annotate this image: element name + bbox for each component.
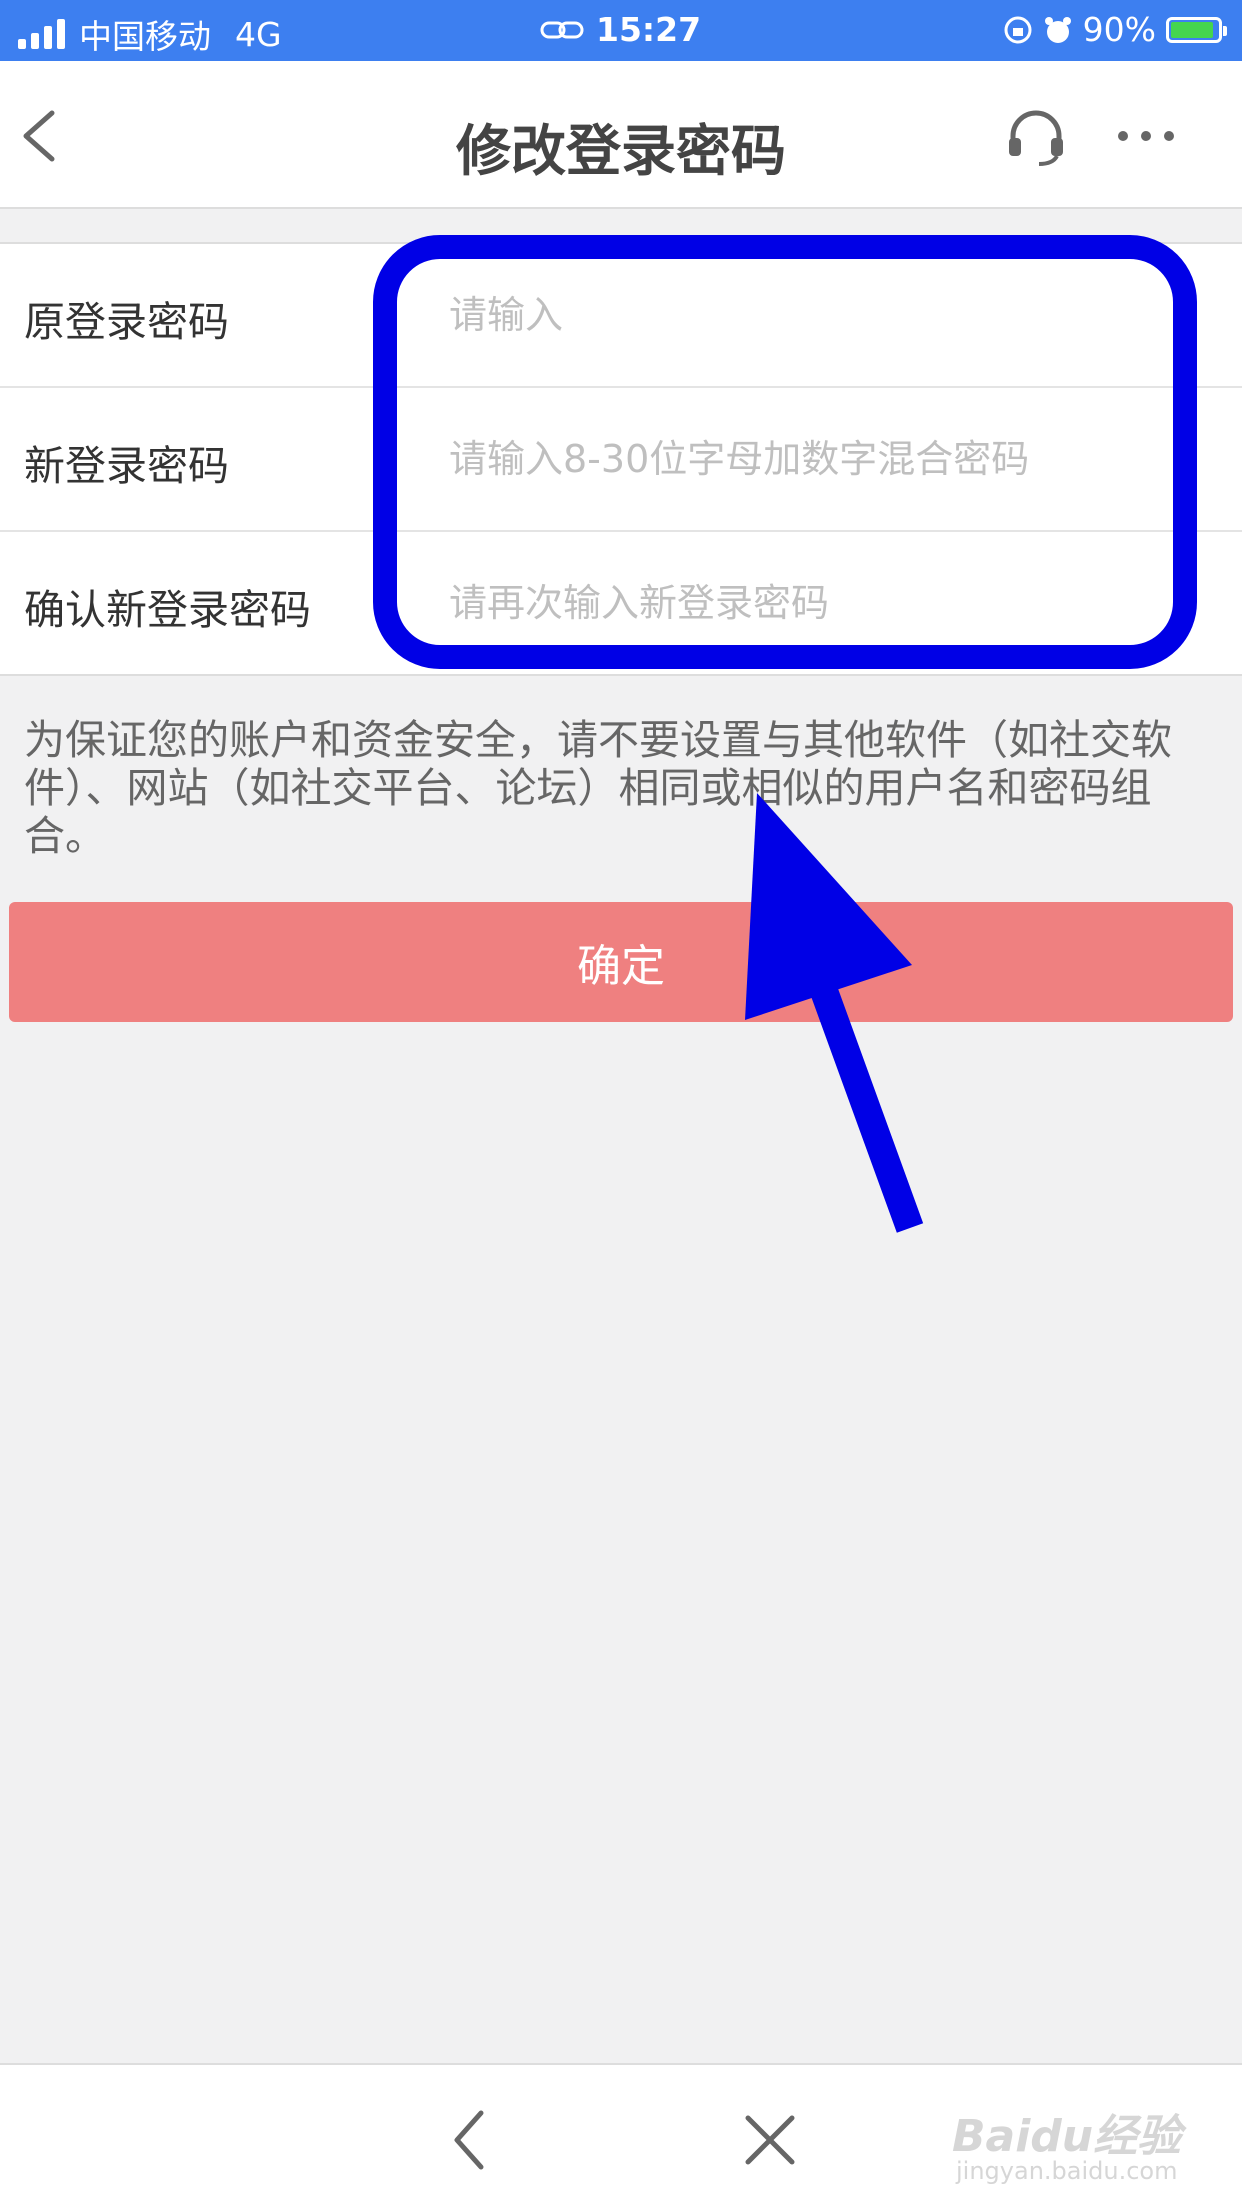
confirm-password-row: 确认新登录密码	[0, 532, 1242, 674]
carrier-name: 中国移动	[79, 17, 211, 56]
confirm-password-label: 确认新登录密码	[24, 586, 311, 634]
network-type: 4G	[235, 14, 282, 54]
new-password-row: 新登录密码	[0, 388, 1242, 532]
status-right: 90%	[1003, 10, 1227, 49]
old-password-row: 原登录密码	[0, 244, 1242, 388]
headset-icon[interactable]	[1005, 106, 1067, 168]
old-password-label: 原登录密码	[24, 298, 229, 346]
rotation-lock-icon	[1004, 16, 1032, 43]
status-center: 15:27	[540, 10, 701, 49]
new-password-input[interactable]	[447, 418, 1191, 500]
signal-icon	[18, 19, 65, 49]
nav-bar: 修改登录密码	[0, 61, 1242, 209]
link-icon	[540, 21, 584, 38]
chevron-left-icon[interactable]	[445, 2105, 495, 2175]
new-password-label: 新登录密码	[24, 442, 229, 490]
old-password-input[interactable]	[447, 274, 1191, 356]
confirm-password-input[interactable]	[447, 562, 1191, 644]
alarm-icon	[1044, 16, 1071, 43]
more-dots-icon[interactable]	[1115, 121, 1177, 151]
status-left: 中国移动 4G	[18, 10, 282, 58]
watermark-url: jingyan.baidu.com	[956, 2157, 1178, 2185]
close-icon[interactable]	[740, 2110, 800, 2170]
confirm-button[interactable]: 确定	[9, 902, 1233, 1022]
watermark-logo: Baidu经验	[952, 2111, 1182, 2162]
status-bar: 中国移动 4G 15:27 90%	[0, 0, 1242, 61]
battery-icon	[1166, 16, 1227, 43]
clock: 15:27	[596, 10, 702, 49]
password-form: 原登录密码 新登录密码 确认新登录密码	[0, 242, 1242, 676]
battery-percent: 90%	[1082, 10, 1156, 49]
bottom-bar: Baidu经验 jingyan.baidu.com	[0, 2063, 1242, 2210]
security-tip: 为保证您的账户和资金安全，请不要设置与其他软件（如社交软件）、网站（如社交平台、…	[24, 716, 1172, 860]
